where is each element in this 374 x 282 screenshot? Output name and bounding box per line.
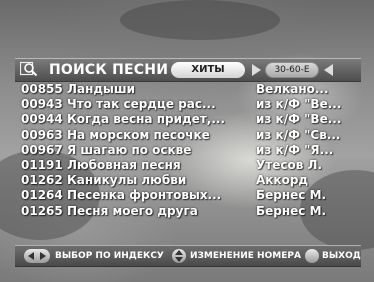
arrow-left-icon[interactable] [324, 64, 333, 76]
change-number-label: ИЗМЕНЕНИЕ НОМЕРА [190, 251, 301, 261]
song-title: Когда весна придет,... [67, 112, 226, 127]
song-title: Что так сердце рас... [67, 97, 216, 112]
arrow-right-icon[interactable] [252, 64, 261, 76]
song-title: На морском песочке [67, 127, 210, 142]
song-title: Песня моего друга [67, 203, 198, 218]
song-row[interactable]: 01264 Песенка фронтовых... Бернес М. [21, 188, 361, 203]
magnifier-search-icon [20, 61, 38, 77]
song-artist: Утесов Л. [256, 157, 322, 172]
song-row[interactable]: 01262 Каникулы любви Аккорд [21, 173, 361, 188]
exit-button-icon [305, 249, 319, 263]
song-number: 01264 [21, 188, 63, 203]
song-artist: Аккорд [256, 173, 309, 188]
song-row[interactable]: 00944 Когда весна придет,... из к/Ф "Ве... [21, 112, 361, 127]
up-down-button-icon [172, 249, 186, 263]
song-row[interactable]: 01191 Любовная песня Утесов Л. [21, 158, 361, 173]
index-select-label: ВЫБОР ПО ИНДЕКСУ [55, 251, 164, 261]
song-row[interactable]: 00967 Я шагаю по оскве из к/Ф "Я... [21, 143, 361, 158]
song-row[interactable]: 01265 Песня моего друга Бернес М. [21, 204, 361, 219]
song-number: 00967 [21, 142, 63, 157]
karaoke-screen: ПОИСК ПЕСНИ ХИТЫ 30-60-Е 00855 Ландыши Вел… [0, 0, 374, 282]
song-number: 00944 [21, 112, 63, 127]
song-number: 00943 [21, 97, 63, 112]
background-coral [120, 0, 280, 40]
exit-label: ВЫХОД [322, 251, 361, 261]
song-artist: Бернес М. [256, 203, 327, 218]
song-number: 00963 [21, 127, 63, 142]
song-artist: Велкано... [256, 82, 329, 96]
footer-help-bar: ВЫБОР ПО ИНДЕКСУ ИЗМЕНЕНИЕ НОМЕРА ВЫХОД [15, 245, 361, 267]
song-title: Ландыши [67, 82, 136, 96]
song-row[interactable]: 00943 Что так сердце рас... из к/Ф "Ве... [21, 97, 361, 112]
song-number: 01191 [21, 157, 63, 172]
song-row[interactable]: 00855 Ландыши Велкано... [21, 82, 361, 97]
song-number: 01262 [21, 173, 63, 188]
song-artist: из к/Ф "Ве... [256, 112, 342, 127]
category-selector[interactable]: ХИТЫ [171, 62, 245, 78]
song-list: 00855 Ландыши Велкано... 00943 Что так серд… [21, 82, 361, 219]
song-title: Любовная песня [67, 157, 181, 172]
song-artist: из к/Ф "Я... [256, 142, 334, 157]
page-title: ПОИСК ПЕСНИ [49, 62, 169, 78]
search-header-bar: ПОИСК ПЕСНИ ХИТЫ 30-60-Е [15, 58, 361, 82]
song-artist: из к/Ф "Св... [256, 127, 341, 142]
song-artist: Бернес М. [256, 188, 327, 203]
song-row[interactable]: 00963 На морском песочке из к/Ф "Св... [21, 128, 361, 143]
range-selector[interactable]: 30-60-Е [265, 62, 319, 78]
song-artist: из к/Ф "Ве... [256, 97, 342, 112]
song-title: Я шагаю по оскве [67, 142, 192, 157]
left-right-button-icon [24, 249, 50, 263]
song-title: Каникулы любви [67, 173, 187, 188]
song-number: 00855 [21, 82, 63, 96]
song-title: Песенка фронтовых... [67, 188, 222, 203]
song-number: 01265 [21, 203, 63, 218]
